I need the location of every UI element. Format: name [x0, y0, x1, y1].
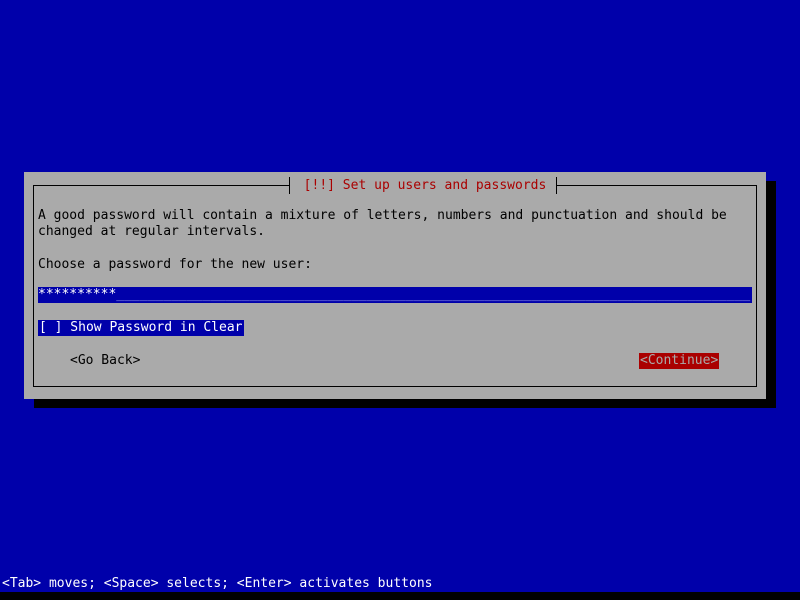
password-field-fill: ________________________________________…: [116, 287, 751, 302]
password-input[interactable]: **********______________________________…: [38, 287, 752, 303]
keyboard-help-bar: <Tab> moves; <Space> selects; <Enter> ac…: [0, 576, 800, 592]
dialog-frame-top-right: [557, 185, 757, 186]
dialog-title-divider-left: [289, 177, 290, 194]
password-masked-value: **********: [38, 287, 117, 302]
show-password-checkbox[interactable]: [ ] Show Password in Clear: [38, 320, 244, 336]
dialog-title-divider-right: [556, 177, 557, 194]
go-back-button[interactable]: <Go Back>: [70, 353, 140, 369]
dialog-frame-right: [756, 185, 757, 387]
screen-bottom-strip: [0, 592, 800, 600]
dialog-frame-top-left: [33, 185, 289, 186]
dialog-title: [!!] Set up users and passwords: [303, 178, 547, 193]
password-advice-text: A good password will contain a mixture o…: [38, 208, 727, 239]
dialog-frame-left: [33, 185, 34, 387]
password-prompt-label: Choose a password for the new user:: [38, 257, 312, 272]
continue-button[interactable]: <Continue>: [639, 353, 720, 369]
installer-screen: [!!] Set up users and passwords A good p…: [0, 0, 800, 600]
dialog-frame-bottom: [33, 386, 757, 387]
keyboard-help-text: <Tab> moves; <Space> selects; <Enter> ac…: [2, 576, 433, 591]
